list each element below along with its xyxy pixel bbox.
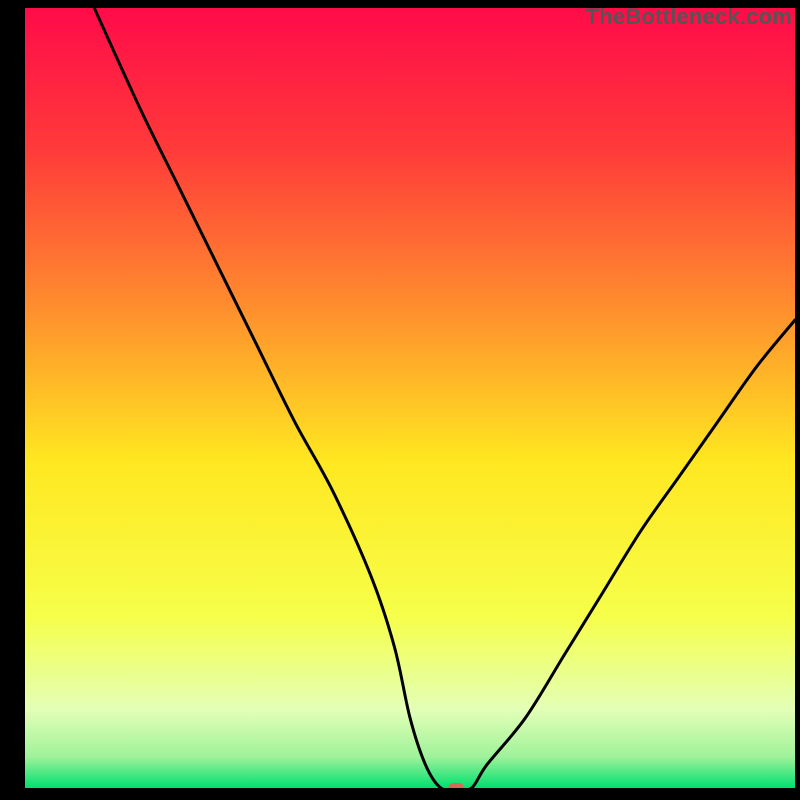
- watermark-text: TheBottleneck.com: [586, 4, 792, 30]
- gradient-background: [25, 8, 795, 788]
- plot-area: [25, 8, 795, 788]
- marker-dot: [448, 783, 464, 788]
- chart-frame: TheBottleneck.com: [0, 0, 800, 800]
- chart-svg: [25, 8, 795, 788]
- minimum-marker: [448, 783, 464, 788]
